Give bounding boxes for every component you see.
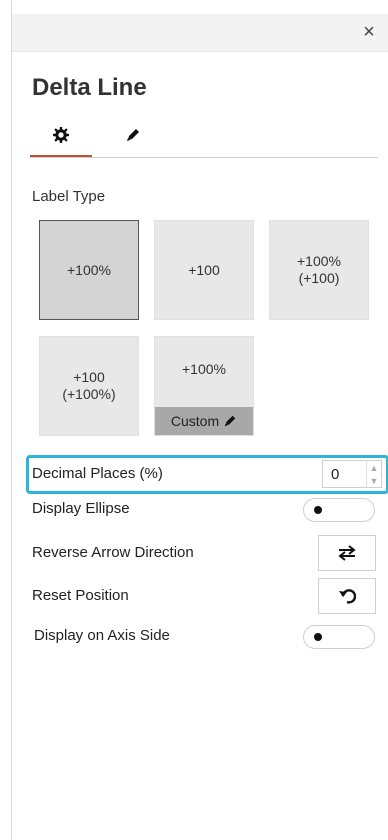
pencil-icon: [127, 129, 139, 141]
pencil-icon: [224, 415, 236, 427]
option-text: +100%: [297, 253, 341, 269]
toggle-knob: [314, 633, 322, 641]
decimal-places-value[interactable]: 0: [323, 466, 366, 483]
gear-icon: [53, 127, 69, 143]
tab-settings[interactable]: [30, 115, 92, 158]
tab-strip: [30, 115, 378, 160]
reset-position-button[interactable]: [318, 578, 376, 614]
display-ellipse-toggle[interactable]: [303, 498, 375, 522]
option-text: +100: [73, 369, 105, 385]
decimal-places-row: Decimal Places (%) 0 ▲ ▼: [32, 458, 388, 488]
delta-line-panel: × Delta Line Label Type +100% +100 +100%…: [11, 0, 388, 840]
stepper-arrows: ▲ ▼: [366, 461, 381, 487]
decimal-places-label: Decimal Places (%): [32, 464, 163, 482]
panel-header-bar: ×: [12, 14, 388, 52]
close-button[interactable]: ×: [357, 20, 381, 44]
reset-position-label: Reset Position: [32, 586, 129, 604]
toggle-knob: [314, 506, 322, 514]
reverse-arrow-button[interactable]: [318, 535, 376, 571]
label-type-option-custom[interactable]: +100% Custom: [154, 336, 254, 436]
decimal-places-stepper[interactable]: 0 ▲ ▼: [322, 460, 382, 488]
custom-edit-bar[interactable]: Custom: [155, 407, 253, 435]
option-text: +100%: [182, 361, 226, 377]
display-axis-side-toggle[interactable]: [303, 625, 375, 649]
label-type-option-absolute[interactable]: +100: [154, 220, 254, 320]
stepper-up-icon[interactable]: ▲: [367, 461, 381, 474]
reverse-arrow-label: Reverse Arrow Direction: [32, 543, 194, 561]
panel-title: Delta Line: [32, 74, 147, 101]
close-icon: ×: [363, 20, 375, 43]
display-ellipse-label: Display Ellipse: [32, 499, 130, 517]
tab-style[interactable]: [102, 115, 164, 155]
label-type-heading: Label Type: [32, 188, 106, 205]
option-text: +100: [188, 261, 220, 278]
label-type-option-percent[interactable]: +100%: [39, 220, 139, 320]
undo-icon: [339, 589, 356, 604]
tab-underline-rule: [30, 157, 378, 158]
display-axis-side-label: Display on Axis Side: [34, 626, 170, 644]
option-subtext: (+100): [298, 270, 340, 286]
custom-label: Custom: [170, 412, 220, 429]
label-type-option-percent-absolute[interactable]: +100% (+100): [269, 220, 369, 320]
swap-arrows-icon: [338, 545, 356, 561]
option-subtext: (+100%): [62, 386, 116, 402]
stepper-down-icon[interactable]: ▼: [367, 474, 381, 487]
label-type-option-absolute-percent[interactable]: +100 (+100%): [39, 336, 139, 436]
option-text: +100%: [67, 261, 111, 278]
